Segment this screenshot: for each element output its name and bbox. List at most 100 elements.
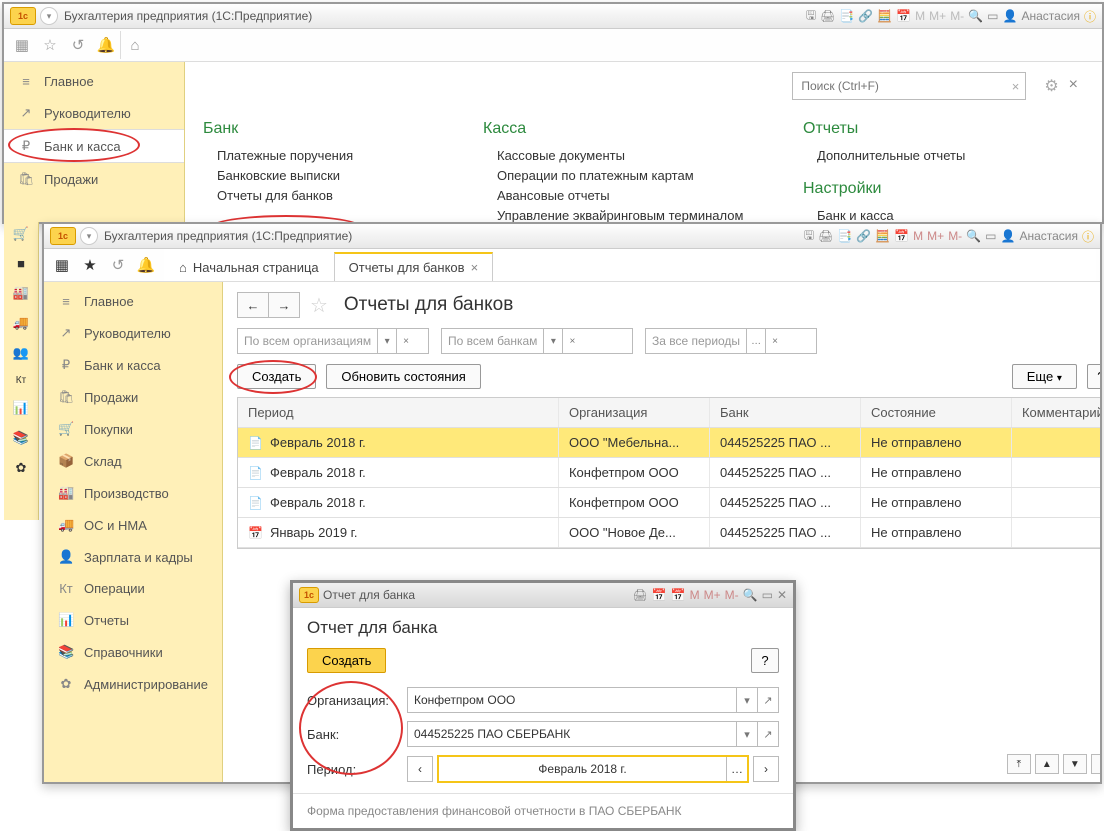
org-open-icon[interactable]: ↗ [757,688,778,712]
period-dots-icon[interactable]: … [726,757,747,781]
m-icon[interactable]: M [915,9,925,23]
link-icon[interactable]: 🔗 [858,9,873,23]
tab-home[interactable]: ⌂Начальная страница [164,253,334,281]
mminus-icon-2[interactable]: M- [948,229,962,243]
search-input[interactable] [799,78,1011,94]
table-row[interactable]: 📅Январь 2019 г.ООО "Новое Де...044525225… [238,518,1100,548]
help-button[interactable]: ? [1087,364,1100,389]
period-prev-icon[interactable]: ‹ [407,756,433,782]
nav2-0[interactable]: ≡Главное [44,286,222,317]
filter-org-clear-icon[interactable]: × [396,329,415,353]
calendar-icon[interactable]: 📅 [896,9,911,23]
filter-bank-clear-icon[interactable]: × [562,329,581,353]
mminus-icon[interactable]: M- [950,9,964,23]
bank-open-icon[interactable]: ↗ [757,722,778,746]
bank-combo[interactable]: 044525225 ПАО СБЕРБАНК ▾ ↗ [407,721,779,747]
filter-org[interactable]: По всем организациям ▾ × [237,328,429,354]
strip-gear-icon[interactable]: ✿ [16,460,27,476]
th-bank[interactable]: Банк [710,398,861,427]
refresh-button[interactable]: Обновить состояния [326,364,480,389]
titlebar-dropdown[interactable]: ▾ [40,7,58,25]
org-combo[interactable]: Конфетпром ООО ▾ ↗ [407,687,779,713]
dlg-mminus-icon[interactable]: M- [725,588,739,602]
star-icon[interactable]: ☆ [36,31,64,59]
strip-cart-icon[interactable]: 🛒 [13,226,29,242]
compare-icon-2[interactable]: 📑 [837,229,852,243]
nav2-7[interactable]: 🚚ОС и НМА [44,509,222,541]
th-status[interactable]: Состояние [861,398,1012,427]
table-row[interactable]: 📄Февраль 2018 г.Конфетпром ООО044525225 … [238,488,1100,518]
strip-books-icon[interactable]: 📚 [13,430,29,446]
period-field[interactable]: Февраль 2018 г. … [437,755,749,783]
period-next-icon[interactable]: › [753,756,779,782]
filter-period-clear-icon[interactable]: × [765,329,784,353]
filter-org-drop-icon[interactable]: ▾ [377,329,396,353]
nav-sales[interactable]: 🛍Продажи [4,163,184,195]
dialog-create-button[interactable]: Создать [307,648,386,673]
filter-bank-drop-icon[interactable]: ▾ [543,329,562,353]
nav2-1[interactable]: ↗Руководителю [44,317,222,349]
nav-down-icon[interactable]: ▼ [1063,754,1087,774]
gear-icon[interactable]: ⚙ [1044,76,1058,96]
apps-icon-2[interactable]: ▦ [48,251,76,279]
tab-bank-reports[interactable]: Отчеты для банков× [334,252,494,281]
user-icon[interactable]: 👤 [1002,9,1017,23]
info-icon[interactable]: ⓘ [1084,8,1096,25]
strip-box-icon[interactable]: ■ [17,256,25,271]
compare-icon[interactable]: 📑 [839,9,854,23]
search-box[interactable]: × [792,72,1026,100]
link-settings-bank[interactable]: Банк и касса [817,208,1084,222]
save-icon[interactable]: 🖫 [806,6,816,27]
star-icon-2[interactable]: ★ [76,251,104,279]
table-row[interactable]: 📄Февраль 2018 г.ООО "Мебельна...04452522… [238,428,1100,458]
info-icon-2[interactable]: ⓘ [1082,228,1094,245]
nav-leader[interactable]: ↗Руководителю [4,97,184,129]
filter-period[interactable]: За все периоды … × [645,328,817,354]
strip-people-icon[interactable]: 👥 [13,345,29,361]
dlg-layout-icon[interactable]: ▭ [762,588,773,602]
dlg-cal2-icon[interactable]: 📅 [671,588,686,602]
layout-icon-2[interactable]: ▭ [985,229,996,243]
th-period[interactable]: Период [238,398,559,427]
link-cash-docs[interactable]: Кассовые документы [497,148,783,163]
nav-up-icon[interactable]: ▲ [1035,754,1059,774]
strip-factory-icon[interactable]: 🏭 [13,285,29,301]
dlg-print-icon[interactable]: 🖨 [632,588,647,602]
close-panel-icon[interactable]: × [1069,76,1078,94]
strip-kt-icon[interactable]: Кт [16,375,26,386]
dlg-zoom-icon[interactable]: 🔍 [743,588,758,602]
mplus-icon[interactable]: M+ [929,9,946,23]
strip-chart-icon[interactable]: 📊 [13,400,29,416]
org-drop-icon[interactable]: ▾ [736,688,757,712]
link-acquiring[interactable]: Управление эквайринговым терминалом [497,208,783,222]
dlg-m-icon[interactable]: M [690,588,700,602]
bank-drop-icon[interactable]: ▾ [736,722,757,746]
nav2-4[interactable]: 🛒Покупки [44,413,222,445]
filter-period-dots-icon[interactable]: … [746,329,765,353]
calc-icon-2[interactable]: 🧮 [875,229,890,243]
nav-main[interactable]: ≡Главное [4,66,184,97]
nav2-2[interactable]: ₽Банк и касса [44,349,222,381]
filter-bank[interactable]: По всем банкам ▾ × [441,328,633,354]
nav2-9[interactable]: КтОперации [44,573,222,604]
nav-first-icon[interactable]: ⤒ [1007,754,1031,774]
apps-icon[interactable]: ▦ [8,31,36,59]
create-button[interactable]: Создать [237,364,316,389]
titlebar-dropdown-2[interactable]: ▾ [80,227,98,245]
nav-back[interactable]: ← [237,292,268,318]
th-org[interactable]: Организация [559,398,710,427]
print-icon[interactable]: 🖨 [820,9,835,23]
nav-fwd[interactable]: → [268,292,300,318]
link-bank-statements[interactable]: Банковские выписки [217,168,463,183]
th-comment[interactable]: Комментарий [1012,398,1100,427]
nav2-8[interactable]: 👤Зарплата и кадры [44,541,222,573]
history-icon[interactable]: ↺ [64,31,92,59]
bell-icon[interactable]: 🔔 [92,31,120,59]
history-icon-2[interactable]: ↺ [104,251,132,279]
user-icon-2[interactable]: 👤 [1000,229,1015,243]
tab-close-icon[interactable]: × [471,260,479,275]
calc-icon[interactable]: 🧮 [877,9,892,23]
dlg-mplus-icon[interactable]: M+ [704,588,721,602]
dlg-close-icon[interactable]: ✕ [777,588,787,602]
strip-truck-icon[interactable]: 🚚 [13,315,29,331]
